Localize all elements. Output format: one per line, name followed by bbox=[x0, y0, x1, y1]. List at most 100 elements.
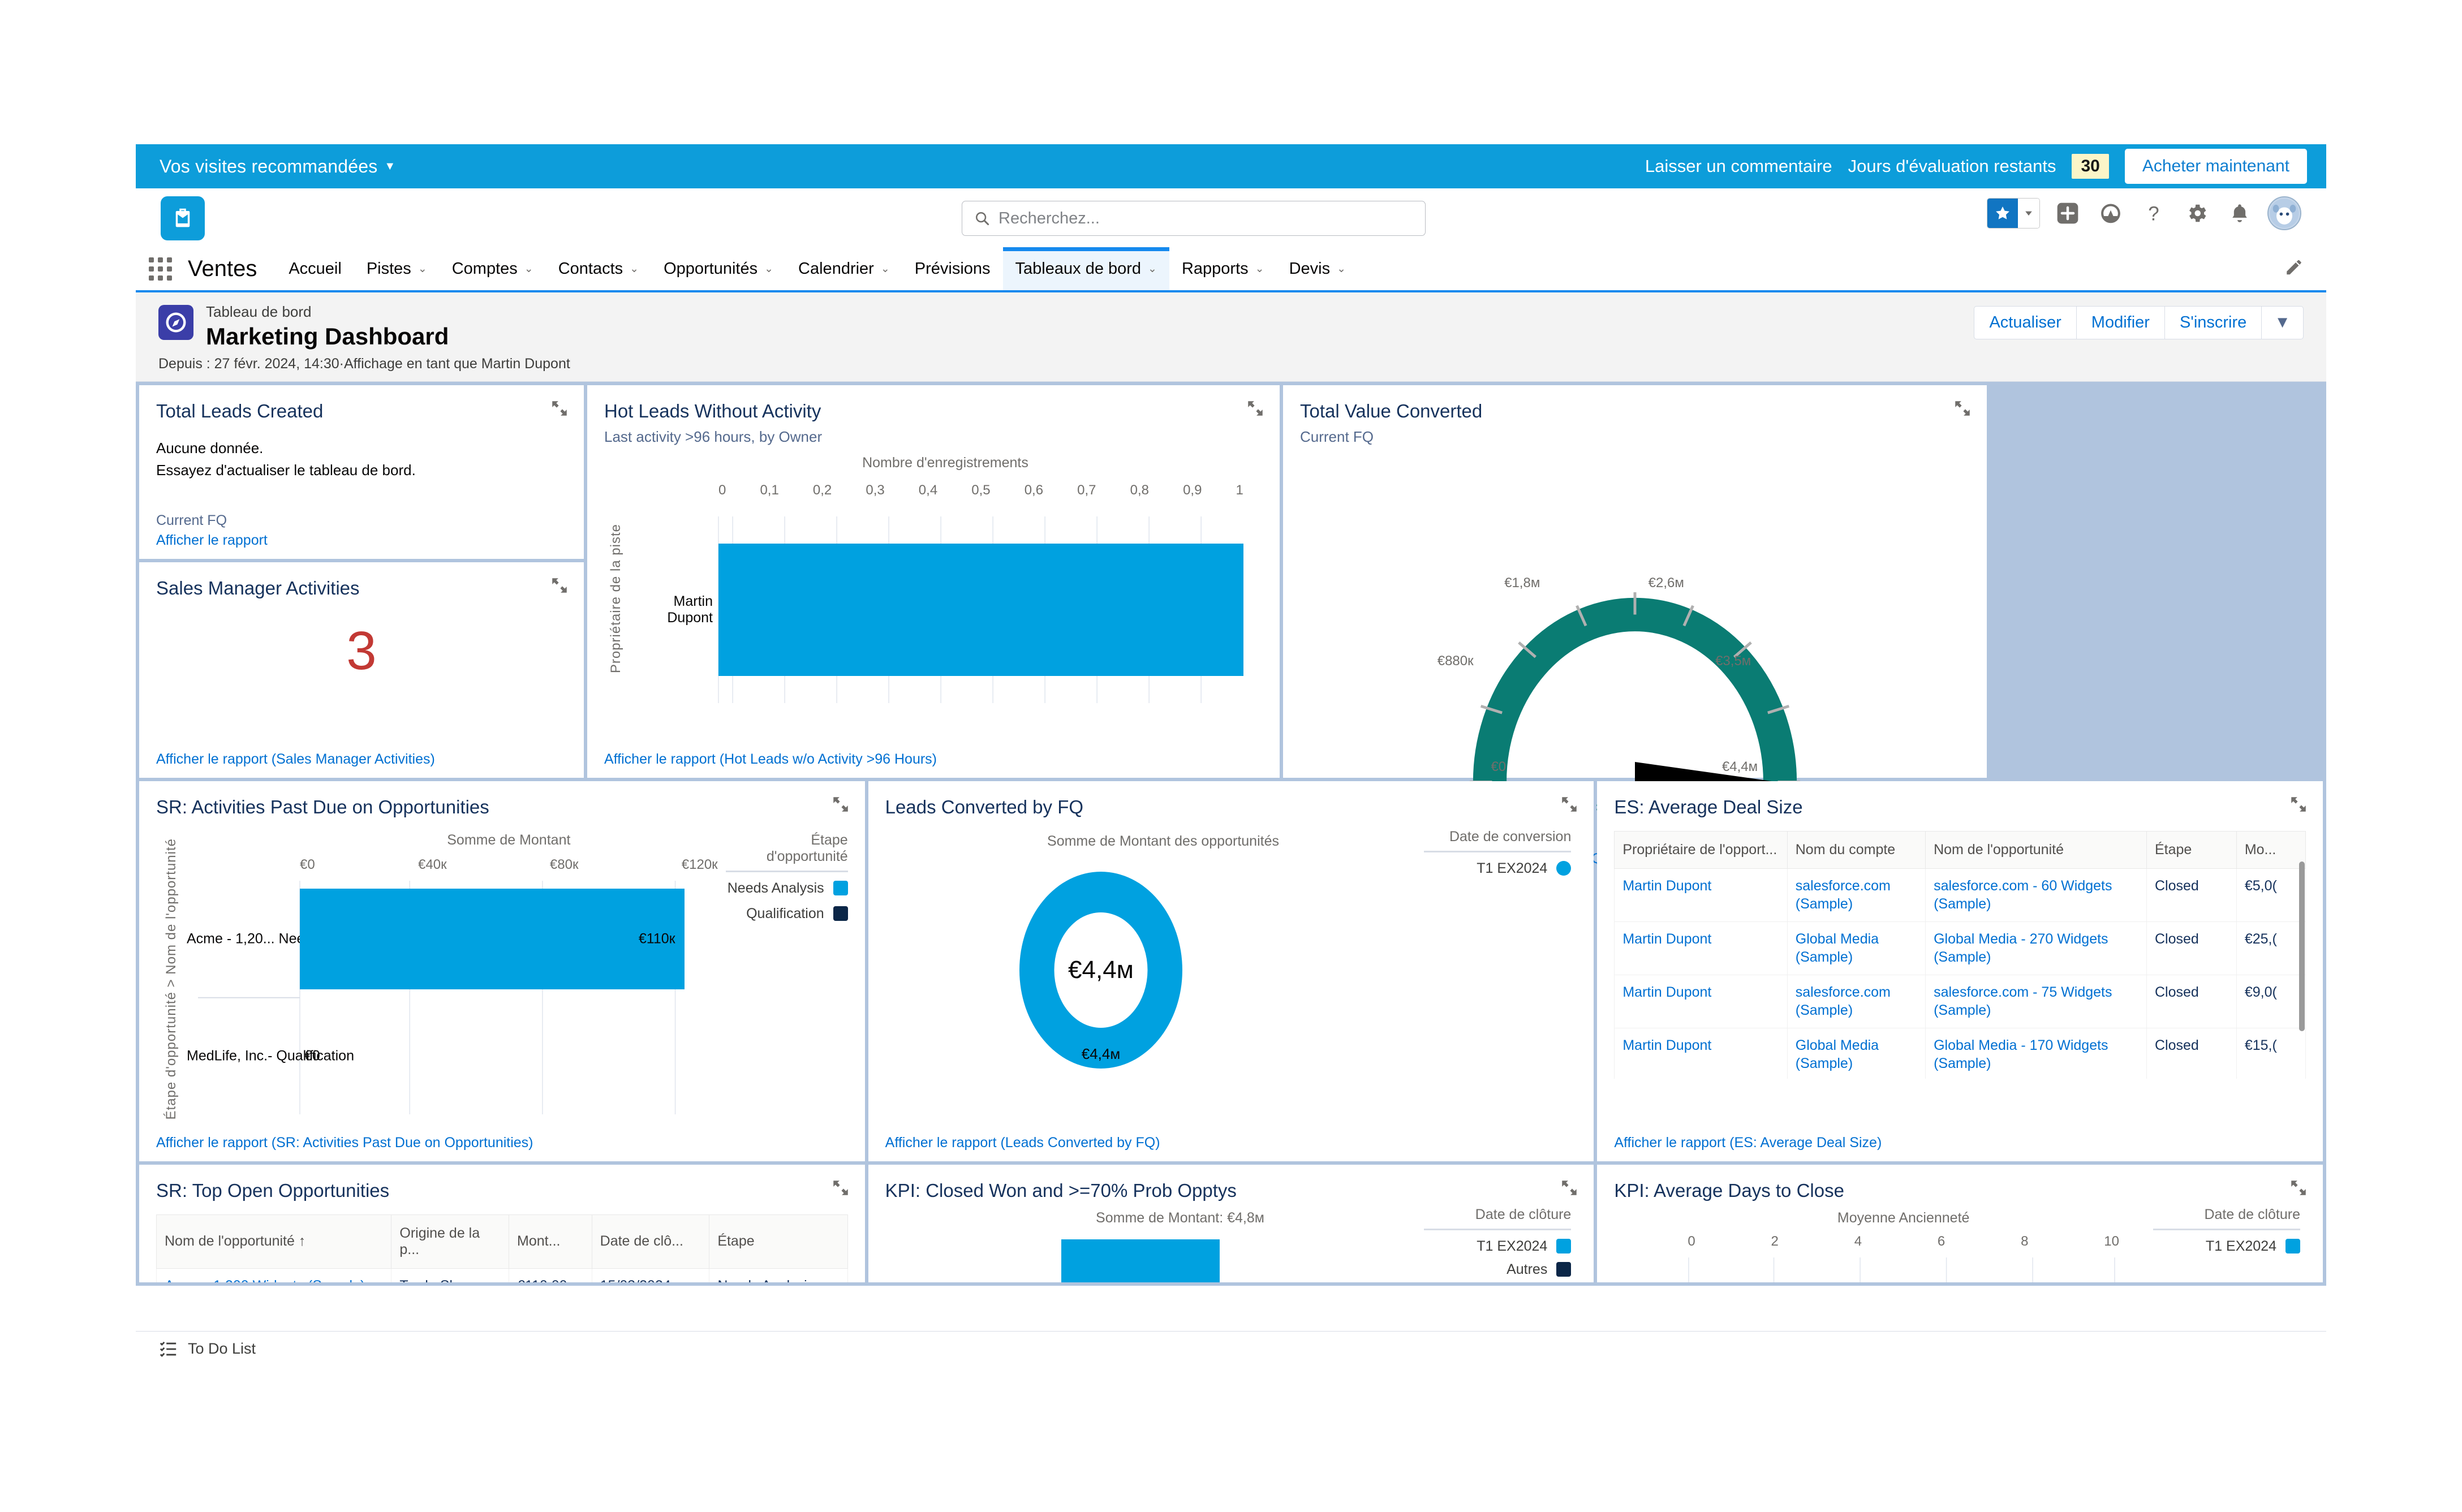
legend-item-t1-ex2024[interactable]: T1 EX2024 bbox=[2153, 1238, 2301, 1255]
edit-pencil-icon[interactable] bbox=[2284, 258, 2304, 280]
expand-icon[interactable] bbox=[1246, 399, 1265, 418]
expand-icon[interactable] bbox=[831, 1178, 850, 1197]
nav-item-previsions[interactable]: Prévisions bbox=[902, 247, 1003, 290]
column-header-opportunity-name[interactable]: Nom de l'opportunité ↑ bbox=[156, 1214, 392, 1269]
cell-close-date: 15/03/2024 bbox=[591, 1268, 710, 1283]
add-plus-icon[interactable] bbox=[2052, 198, 2083, 229]
favorite-star-icon[interactable] bbox=[1987, 199, 2018, 228]
y-axis-title: Étape d'opportunité > Nom de l'opportuni… bbox=[163, 838, 179, 1120]
legend-item-t1-ex2024[interactable]: T1 EX2024 bbox=[1424, 860, 1572, 877]
column-header-stage[interactable]: Étape bbox=[2146, 830, 2237, 869]
gear-icon[interactable] bbox=[2181, 198, 2212, 229]
favorites-group[interactable] bbox=[1987, 198, 2040, 229]
legend-item-autres[interactable]: Autres bbox=[1424, 1261, 1572, 1278]
expand-icon[interactable] bbox=[831, 795, 850, 814]
cell-account[interactable]: Global Media (Sample) bbox=[1787, 1027, 1926, 1079]
cell-owner[interactable]: Martin Dupont bbox=[1614, 921, 1788, 975]
edit-button[interactable]: Modifier bbox=[2076, 306, 2164, 339]
legend-item-needs-analysis[interactable]: Needs Analysis bbox=[726, 880, 848, 897]
search-input[interactable] bbox=[998, 209, 1414, 228]
nav-item-tableaux-de-bord[interactable]: Tableaux de bord ⌄ bbox=[1002, 247, 1170, 290]
legend-label: T1 EX2024 bbox=[1477, 1238, 1548, 1254]
recommended-visits-menu[interactable]: Vos visites recommandées ▼ bbox=[160, 156, 395, 177]
view-report-link[interactable]: Afficher le rapport bbox=[156, 532, 567, 549]
column-header-owner[interactable]: Propriétaire de l'opport... bbox=[1614, 830, 1788, 869]
y-axis-title: Propriétaire de la piste bbox=[608, 523, 623, 673]
cell-opportunity[interactable]: salesforce.com - 60 Widgets (Sample) bbox=[1925, 868, 2147, 922]
legend-title: Date de clôture bbox=[1475, 1206, 1572, 1222]
gauge-tick-min: €0 bbox=[1491, 759, 1507, 775]
x-tick: €0 bbox=[300, 856, 315, 872]
cell-owner[interactable]: Martin Dupont bbox=[1614, 974, 1788, 1028]
nav-item-accueil[interactable]: Accueil bbox=[276, 247, 354, 290]
cell-owner[interactable]: Martin Dupont bbox=[1614, 1027, 1788, 1079]
cell-account[interactable]: salesforce.com (Sample) bbox=[1787, 974, 1926, 1028]
column-header-close-date[interactable]: Date de clô... bbox=[591, 1214, 710, 1269]
x-tick: 4 bbox=[1854, 1233, 1862, 1249]
app-launcher-mountain-icon[interactable] bbox=[2095, 198, 2126, 229]
card-average-deal-size: ES: Average Deal Size Propriétaire de l'… bbox=[1597, 781, 2323, 1162]
cell-stage: Closed bbox=[2146, 974, 2237, 1028]
cell-opportunity-name[interactable]: Acme - 1,200 Widgets (Sample) bbox=[156, 1268, 392, 1283]
search-box[interactable] bbox=[962, 201, 1426, 236]
cell-opportunity[interactable]: Global Media - 270 Widgets (Sample) bbox=[1925, 921, 2147, 975]
nav-item-label: Tableaux de bord bbox=[1015, 259, 1142, 278]
favorites-chevron-down-icon[interactable] bbox=[2018, 199, 2039, 228]
cell-opportunity[interactable]: salesforce.com - 75 Widgets (Sample) bbox=[1925, 974, 2147, 1028]
column-header-amount[interactable]: Mont... bbox=[509, 1214, 592, 1269]
subscribe-button[interactable]: S'inscrire bbox=[2164, 306, 2262, 339]
view-report-link[interactable]: Afficher le rapport (Leads Converted by … bbox=[885, 1126, 1577, 1161]
table-scrollbar[interactable] bbox=[2299, 861, 2305, 1031]
expand-icon[interactable] bbox=[1953, 399, 1972, 418]
avatar[interactable] bbox=[2267, 196, 2301, 230]
legend-divider bbox=[2153, 1228, 2301, 1230]
legend-item-qualification[interactable]: Qualification bbox=[726, 906, 848, 922]
legend-label: Needs Analysis bbox=[727, 880, 824, 896]
help-question-icon[interactable]: ? bbox=[2138, 198, 2169, 229]
nav-item-pistes[interactable]: Pistes ⌄ bbox=[354, 247, 440, 290]
column-header-lead-source[interactable]: Origine de la p... bbox=[391, 1214, 510, 1269]
column-header-amount[interactable]: Mo... bbox=[2236, 830, 2306, 869]
app-launcher-waffle-icon[interactable] bbox=[136, 247, 184, 290]
dashboard-row-2: SR: Activities Past Due on Opportunities… bbox=[139, 781, 2323, 1162]
cell-opportunity[interactable]: Global Media - 170 Widgets (Sample) bbox=[1925, 1027, 2147, 1079]
cell-account[interactable]: salesforce.com (Sample) bbox=[1787, 868, 1926, 922]
nav-item-opportunites[interactable]: Opportunités ⌄ bbox=[651, 247, 786, 290]
app-logo-icon[interactable] bbox=[161, 196, 205, 240]
expand-icon[interactable] bbox=[550, 399, 569, 418]
bar-t1-ex2024[interactable] bbox=[1061, 1239, 1220, 1283]
view-report-link[interactable]: Afficher le rapport (SR: Activities Past… bbox=[156, 1126, 848, 1161]
refresh-button[interactable]: Actualiser bbox=[1974, 306, 2076, 339]
x-tick: 8 bbox=[2021, 1233, 2029, 1249]
bar-needs-analysis[interactable]: €110к bbox=[300, 888, 685, 990]
trial-bar-right: Laisser un commentaire Jours d'évaluatio… bbox=[1645, 149, 2307, 184]
buy-now-button[interactable]: Acheter maintenant bbox=[2124, 149, 2307, 184]
column-header-opportunity[interactable]: Nom de l'opportunité bbox=[1925, 830, 2147, 869]
legend: Date de clôture T1 EX2024 Autres bbox=[1424, 1206, 1572, 1282]
leave-comment-link[interactable]: Laisser un commentaire bbox=[1645, 156, 1832, 176]
column-header-stage[interactable]: Étape bbox=[709, 1214, 848, 1269]
column-header-account[interactable]: Nom du compte bbox=[1787, 830, 1926, 869]
bar-martin-dupont[interactable] bbox=[718, 543, 1243, 676]
notifications-bell-icon[interactable] bbox=[2224, 198, 2255, 229]
expand-icon[interactable] bbox=[1560, 795, 1579, 814]
nav-item-rapports[interactable]: Rapports ⌄ bbox=[1169, 247, 1277, 290]
nav-item-contacts[interactable]: Contacts ⌄ bbox=[546, 247, 651, 290]
chevron-down-icon: ⌄ bbox=[1255, 262, 1264, 275]
nav-item-comptes[interactable]: Comptes ⌄ bbox=[440, 247, 546, 290]
nav-item-calendrier[interactable]: Calendrier ⌄ bbox=[786, 247, 902, 290]
expand-icon[interactable] bbox=[550, 576, 569, 595]
more-actions-chevron-down-icon[interactable]: ▼ bbox=[2261, 306, 2304, 339]
expand-icon[interactable] bbox=[2289, 1178, 2308, 1197]
view-report-link[interactable]: Afficher le rapport (Sales Manager Activ… bbox=[156, 742, 567, 778]
legend-item-t1-ex2024[interactable]: T1 EX2024 bbox=[1424, 1238, 1572, 1255]
cell-account[interactable]: Global Media (Sample) bbox=[1787, 921, 1926, 975]
expand-icon[interactable] bbox=[1560, 1178, 1579, 1197]
view-report-link[interactable]: Afficher le rapport (ES: Average Deal Si… bbox=[1614, 1126, 2306, 1161]
table-header-row: Propriétaire de l'opport... Nom du compt… bbox=[1614, 830, 2306, 869]
view-report-link[interactable]: Afficher le rapport (Hot Leads w/o Activ… bbox=[604, 742, 1263, 778]
nav-item-devis[interactable]: Devis ⌄ bbox=[1277, 247, 1358, 290]
expand-icon[interactable] bbox=[2289, 795, 2308, 814]
todo-list-label[interactable]: To Do List bbox=[188, 1340, 256, 1358]
cell-owner[interactable]: Martin Dupont bbox=[1614, 868, 1788, 922]
